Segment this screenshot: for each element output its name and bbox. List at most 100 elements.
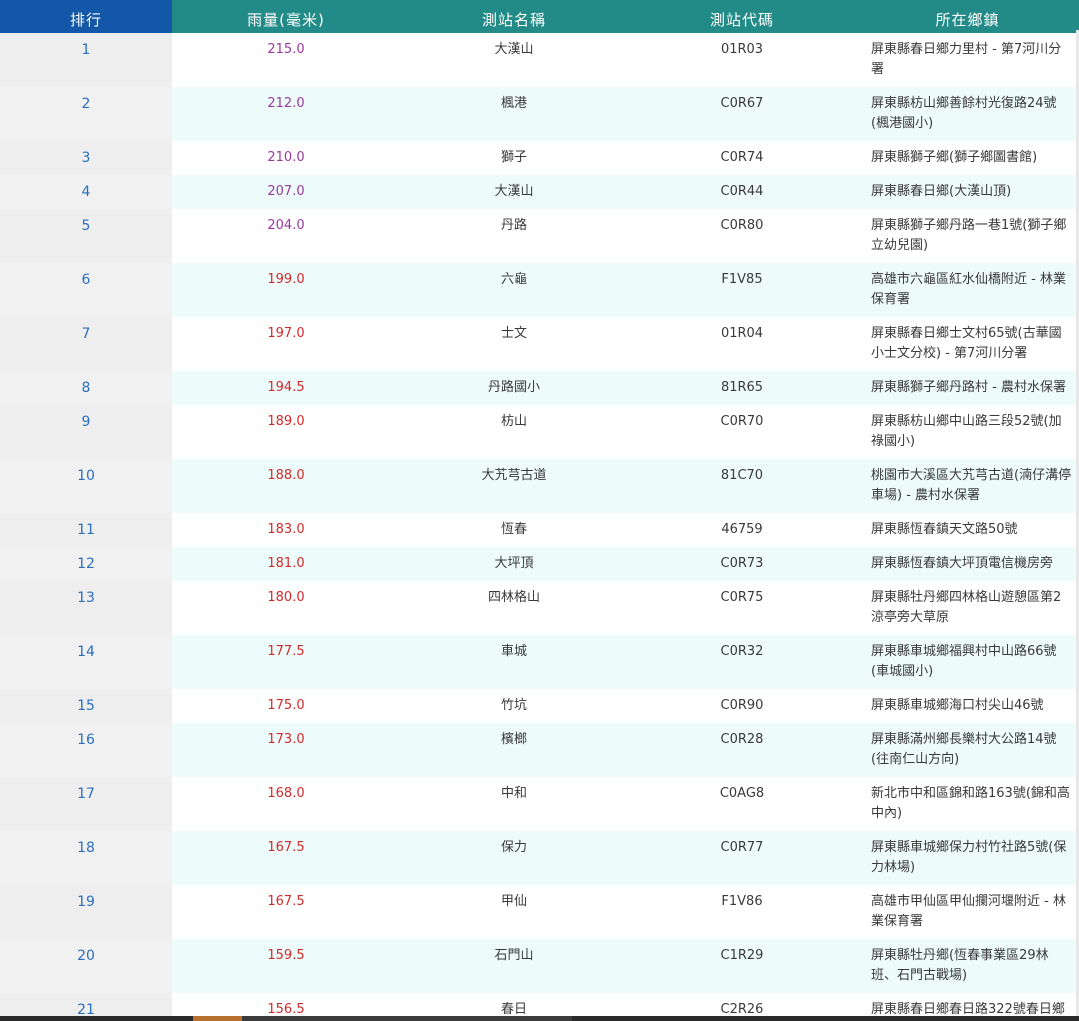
station-name-cell[interactable]: 保力 <box>400 831 628 885</box>
rainfall-ranking-page: 排行 雨量(毫米) 測站名稱 測站代碼 所在鄉鎮 1 215.0 大漢山 01R03 屏… <box>0 0 1079 1021</box>
rank-cell: 11 <box>0 513 172 547</box>
rainfall-cell: 197.0 <box>267 326 305 341</box>
rainfall-cell: 188.0 <box>172 459 400 513</box>
rank-cell: 4 <box>0 175 172 209</box>
station-name-cell[interactable]: 中和 <box>400 777 628 831</box>
station-code-cell: C0R90 <box>720 698 764 713</box>
station-name-cell[interactable]: 石門山 <box>400 939 628 993</box>
station-name-cell[interactable]: 檳榔 <box>400 723 628 777</box>
rank-cell: 5 <box>0 209 172 263</box>
table-row: 2 212.0 楓港 C0R67 屏東縣枋山鄉善餘村光復路24號(楓港國小) <box>0 87 1079 141</box>
township-cell: 屏東縣車城鄉海口村尖山46號 <box>871 698 1044 713</box>
table-row: 10 188.0 大艽芎古道 81C70 桃園市大溪區大艽芎古道(湳仔溝停車場) - 農… <box>0 459 1079 513</box>
table-body: 1 215.0 大漢山 01R03 屏東縣春日鄉力里村 - 第7河川分署 2 212.0 楓港… <box>0 33 1079 1021</box>
township-cell: 屏東縣車城鄉保力村竹社路5號(保力林場) <box>856 831 1079 885</box>
taskbar-tab[interactable] <box>242 1016 572 1021</box>
station-code-cell: C0R73 <box>628 547 856 581</box>
table-row: 12 181.0 大坪頂 C0R73 屏東縣恆春鎮大坪頂電信機房旁 <box>0 547 1079 581</box>
rank-cell: 2 <box>0 87 172 141</box>
station-name-cell[interactable]: 六龜 <box>400 263 628 317</box>
station-code-cell: F1V85 <box>628 263 856 317</box>
township-cell: 屏東縣滿州鄉長樂村大公路14號(往南仁山方向) <box>856 723 1079 777</box>
station-name-cell[interactable]: 恆春 <box>400 513 628 547</box>
rainfall-cell: 173.0 <box>172 723 400 777</box>
header-station-code[interactable]: 測站代碼 <box>628 0 856 33</box>
table-row: 9 189.0 枋山 C0R70 屏東縣枋山鄉中山路三段52號(加祿國小) <box>0 405 1079 459</box>
rank-cell: 6 <box>0 263 172 317</box>
table-row: 17 168.0 中和 C0AG8 新北市中和區錦和路163號(錦和高中內) <box>0 777 1079 831</box>
station-code-cell: C0AG8 <box>719 786 765 801</box>
station-code-cell: C0R77 <box>628 831 856 885</box>
table-row: 5 204.0 丹路 C0R80 屏東縣獅子鄉丹路一巷1號(獅子鄉立幼兒園) <box>0 209 1079 263</box>
table-row: 18 167.5 保力 C0R77 屏東縣車城鄉保力村竹社路5號(保力林場) <box>0 831 1079 885</box>
rank-cell: 19 <box>0 885 172 939</box>
rainfall-cell: 199.0 <box>172 263 400 317</box>
rank-cell: 13 <box>0 581 172 635</box>
township-cell: 屏東縣春日鄉力里村 - 第7河川分署 <box>871 42 1062 77</box>
station-name-cell[interactable]: 大坪頂 <box>400 547 628 581</box>
station-code-cell: C0R28 <box>628 723 856 777</box>
rank-cell: 1 <box>0 33 172 87</box>
station-name-cell[interactable]: 丹路 <box>400 209 628 263</box>
rainfall-cell: 180.0 <box>267 590 305 605</box>
station-code-cell: C0R74 <box>720 150 764 165</box>
station-name-cell[interactable]: 枋山 <box>400 405 628 459</box>
rank-cell: 15 <box>0 689 172 723</box>
station-name-cell[interactable]: 竹坑 <box>400 689 628 723</box>
station-name-cell[interactable]: 甲仙 <box>400 885 628 939</box>
station-code-cell: 81R65 <box>628 371 856 405</box>
table-row: 1 215.0 大漢山 01R03 屏東縣春日鄉力里村 - 第7河川分署 <box>0 33 1079 87</box>
township-cell: 屏東縣獅子鄉丹路一巷1號(獅子鄉立幼兒園) <box>871 218 1067 253</box>
station-code-cell: C0R75 <box>720 590 764 605</box>
table-row: 13 180.0 四林格山 C0R75 屏東縣牡丹鄉四林格山遊憩區第2涼亭旁大草原 <box>0 581 1079 635</box>
township-cell: 屏東縣牡丹鄉(恆春事業區29林班、石門古戰場) <box>856 939 1079 993</box>
township-cell: 桃園市大溪區大艽芎古道(湳仔溝停車場) - 農村水保署 <box>856 459 1079 513</box>
taskbar-active-tab[interactable] <box>193 1016 242 1021</box>
township-cell: 屏東縣恆春鎮大坪頂電信機房旁 <box>856 547 1079 581</box>
rank-cell: 20 <box>0 939 172 993</box>
table-row: 3 210.0 獅子 C0R74 屏東縣獅子鄉(獅子鄉圖書館) <box>0 141 1079 175</box>
rank-cell: 3 <box>0 141 172 175</box>
station-name-cell[interactable]: 大艽芎古道 <box>400 459 628 513</box>
rank-cell: 16 <box>0 723 172 777</box>
table-row: 11 183.0 恆春 46759 屏東縣恆春鎮天文路50號 <box>0 513 1079 547</box>
township-cell: 高雄市甲仙區甲仙攔河堰附近 - 林業保育署 <box>871 894 1066 929</box>
table-row: 14 177.5 車城 C0R32 屏東縣車城鄉福興村中山路66號(車城國小) <box>0 635 1079 689</box>
rainfall-cell: 167.5 <box>267 894 305 909</box>
township-cell: 屏東縣獅子鄉丹路村 - 農村水保署 <box>856 371 1079 405</box>
station-code-cell: C0R32 <box>628 635 856 689</box>
rank-cell: 14 <box>0 635 172 689</box>
station-name-cell[interactable]: 四林格山 <box>400 581 628 635</box>
header-township[interactable]: 所在鄉鎮 <box>856 0 1079 33</box>
rainfall-cell: 181.0 <box>172 547 400 581</box>
header-rainfall[interactable]: 雨量(毫米) <box>172 0 400 33</box>
rank-cell: 7 <box>0 317 172 371</box>
township-cell: 屏東縣牡丹鄉四林格山遊憩區第2涼亭旁大草原 <box>871 590 1062 625</box>
rank-cell: 12 <box>0 547 172 581</box>
station-name-cell[interactable]: 獅子 <box>400 141 628 175</box>
rainfall-cell: 210.0 <box>267 150 305 165</box>
station-name-cell[interactable]: 楓港 <box>400 87 628 141</box>
station-code-cell: 81C70 <box>628 459 856 513</box>
rainfall-cell: 159.5 <box>172 939 400 993</box>
township-cell: 屏東縣獅子鄉(獅子鄉圖書館) <box>871 150 1038 165</box>
station-name-cell[interactable]: 士文 <box>400 317 628 371</box>
rainfall-cell: 177.5 <box>172 635 400 689</box>
rank-cell: 8 <box>0 371 172 405</box>
station-name-cell[interactable]: 大漢山 <box>400 33 628 87</box>
station-name-cell[interactable]: 丹路國小 <box>400 371 628 405</box>
bottom-taskbar-strip <box>0 1016 1079 1021</box>
station-code-cell: 46759 <box>721 522 763 537</box>
station-name-cell[interactable]: 車城 <box>400 635 628 689</box>
station-name-cell[interactable]: 大漢山 <box>400 175 628 209</box>
rank-cell: 18 <box>0 831 172 885</box>
station-code-cell: 01R04 <box>720 326 764 341</box>
township-cell: 屏東縣恆春鎮天文路50號 <box>871 522 1018 537</box>
table-row: 4 207.0 大漢山 C0R44 屏東縣春日鄉(大漢山頂) <box>0 175 1079 209</box>
township-cell: 新北市中和區錦和路163號(錦和高中內) <box>871 786 1070 821</box>
header-rank[interactable]: 排行 <box>0 0 172 33</box>
table-row: 20 159.5 石門山 C1R29 屏東縣牡丹鄉(恆春事業區29林班、石門古戰場) <box>0 939 1079 993</box>
rainfall-cell: 168.0 <box>267 786 305 801</box>
station-code-cell: C0R67 <box>628 87 856 141</box>
header-station-name[interactable]: 測站名稱 <box>400 0 628 33</box>
